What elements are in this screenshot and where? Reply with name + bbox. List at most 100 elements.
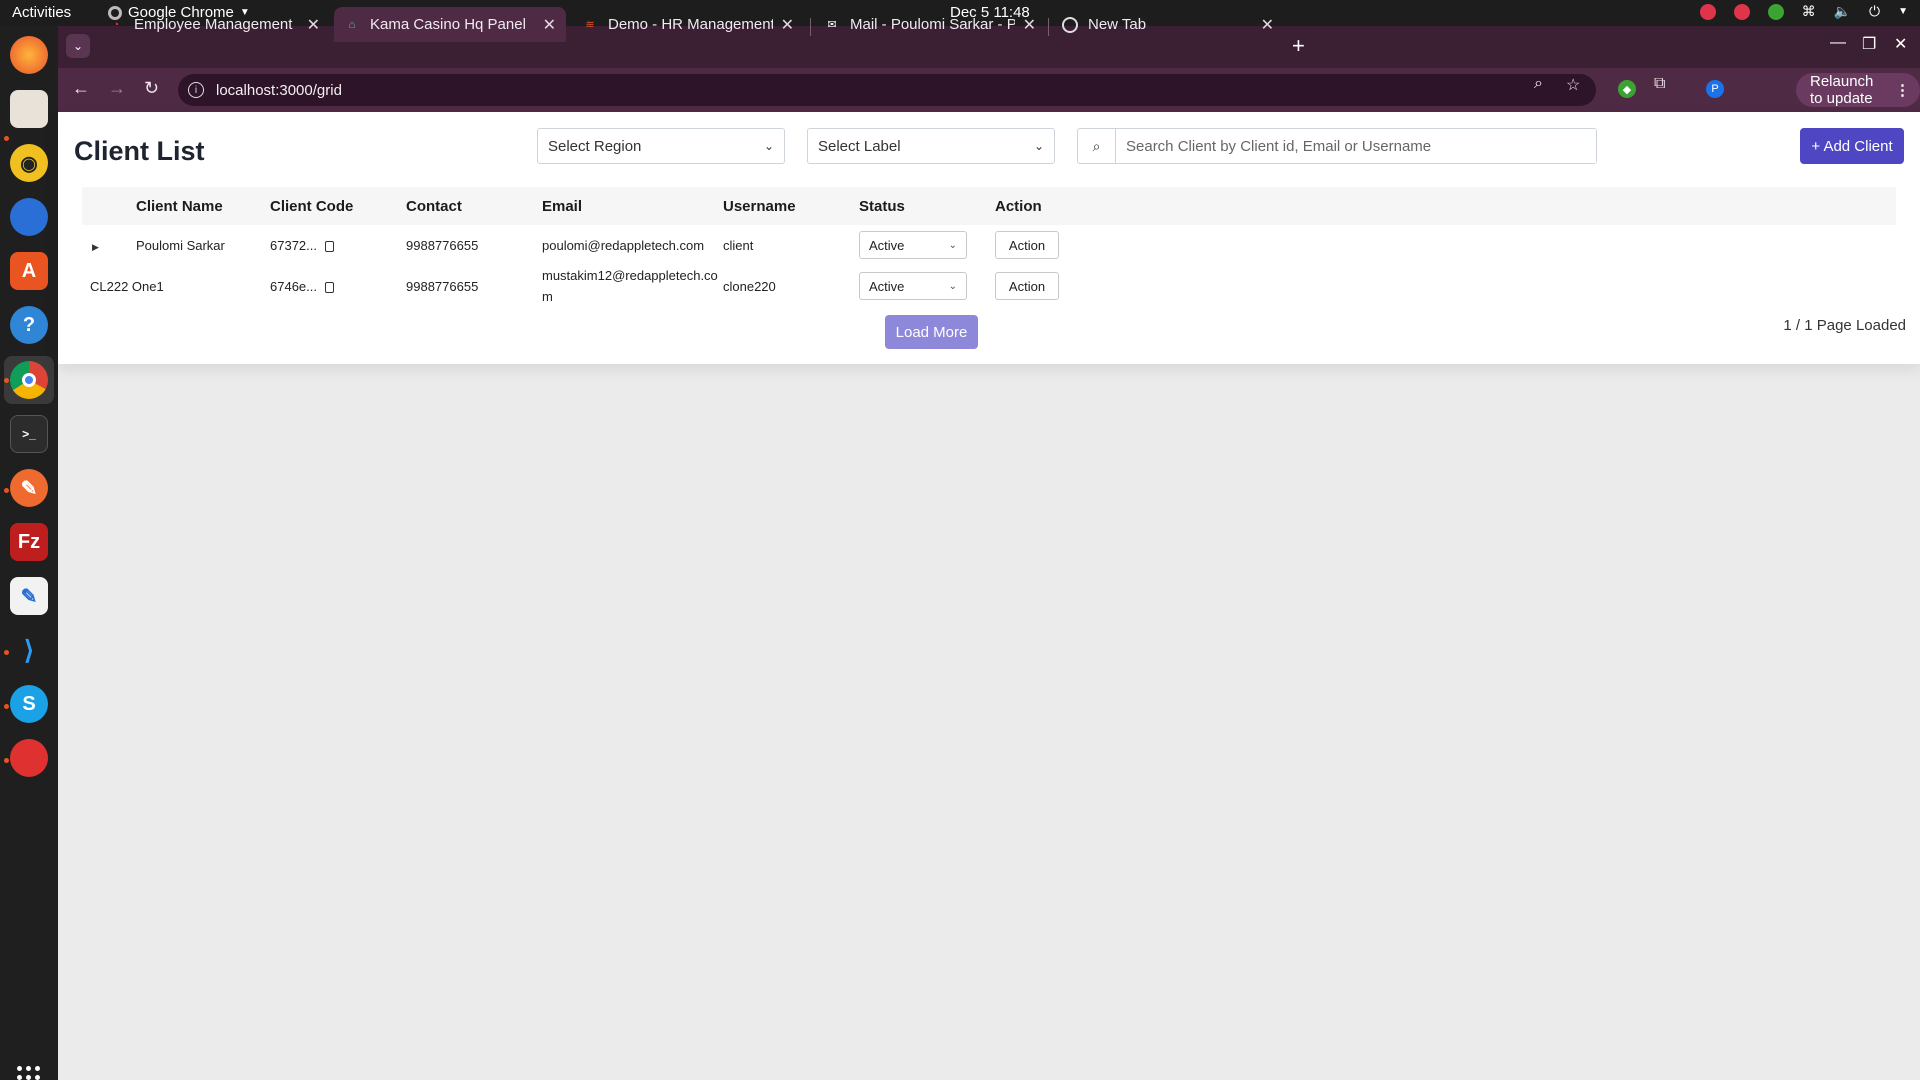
status-cell: Active ⌄ bbox=[859, 225, 995, 265]
client-code-cell: 67372... bbox=[270, 225, 406, 265]
dock: ◉ A ? >_ ✎ Fz ✎ ⟩ S bbox=[0, 26, 58, 1080]
expand-row-icon[interactable]: ▶ bbox=[92, 242, 99, 252]
app-indicator-icon[interactable] bbox=[1733, 3, 1750, 20]
status-select[interactable]: Active ⌄ bbox=[859, 272, 967, 300]
network-icon[interactable]: ⌘ bbox=[1802, 3, 1816, 20]
close-icon[interactable]: ✕ bbox=[543, 15, 556, 35]
tab-mail[interactable]: ✉ Mail - Poulomi Sarkar - P ✕ bbox=[814, 7, 1046, 42]
search-input[interactable] bbox=[1116, 129, 1596, 163]
star-icon[interactable]: ☆ bbox=[1566, 75, 1580, 95]
back-arrow-icon[interactable]: ← bbox=[72, 78, 90, 99]
status-select[interactable]: Active ⌄ bbox=[859, 231, 967, 259]
table-row: CL222 One1 6746e... 9988776655 mustakim1… bbox=[82, 265, 1896, 307]
column-header-client-name[interactable]: Client Name bbox=[136, 187, 270, 225]
chevron-down-icon: ⌄ bbox=[948, 239, 957, 251]
client-list-card: Client List Select Region ⌄ Select Label… bbox=[58, 112, 1920, 364]
volume-icon[interactable]: 🔈 bbox=[1834, 3, 1851, 20]
show-apps-icon[interactable] bbox=[17, 1066, 40, 1080]
software-center-icon[interactable]: A bbox=[10, 252, 48, 290]
more-options-icon[interactable]: ⋮ bbox=[1895, 81, 1910, 99]
address-bar[interactable]: i localhost:3000/grid bbox=[178, 74, 1596, 106]
tab-title: Demo - HR Management bbox=[608, 16, 773, 33]
tab-employee-management[interactable]: ◔ Employee Management ✕ bbox=[98, 7, 330, 42]
tab-title: New Tab bbox=[1088, 16, 1147, 33]
tomato-app-icon[interactable] bbox=[10, 739, 48, 777]
tab-title: Kama Casino Hq Panel bbox=[370, 16, 526, 33]
new-tab-button[interactable]: + bbox=[1292, 33, 1305, 59]
client-code-text: 6746e... bbox=[270, 278, 317, 294]
running-indicator bbox=[4, 704, 9, 709]
power-icon[interactable]: ⏻ bbox=[1869, 3, 1880, 20]
contact-cell: 9988776655 bbox=[406, 237, 479, 253]
skype-icon[interactable]: S bbox=[10, 685, 48, 723]
column-header-contact[interactable]: Contact bbox=[406, 187, 542, 225]
close-window-button[interactable]: ✕ bbox=[1894, 34, 1907, 54]
region-select[interactable]: Select Region ⌄ bbox=[537, 128, 785, 164]
status-value: Active bbox=[869, 278, 905, 294]
close-icon[interactable]: ✕ bbox=[1261, 15, 1274, 35]
text-editor-icon[interactable]: ✎ bbox=[10, 577, 48, 615]
client-code-cell: 6746e... bbox=[270, 265, 406, 307]
app-favicon-icon: ⌂ bbox=[348, 18, 356, 31]
chrome-icon bbox=[1062, 16, 1078, 33]
minimize-button[interactable]: — bbox=[1830, 34, 1846, 52]
column-header-status[interactable]: Status bbox=[859, 187, 995, 225]
column-header-username[interactable]: Username bbox=[723, 187, 859, 225]
forward-arrow-icon[interactable]: → bbox=[108, 78, 126, 99]
thunderbird-icon[interactable] bbox=[10, 198, 48, 236]
close-icon[interactable]: ✕ bbox=[307, 15, 320, 35]
profile-avatar[interactable]: P bbox=[1706, 80, 1724, 98]
filezilla-icon[interactable]: Fz bbox=[10, 523, 48, 561]
chevron-down-icon: ⌄ bbox=[948, 280, 957, 292]
tab-separator bbox=[1048, 18, 1049, 36]
load-more-button[interactable]: Load More bbox=[885, 315, 978, 349]
zoom-icon[interactable]: ⌕ bbox=[1534, 75, 1543, 93]
column-header-action: Action bbox=[995, 197, 1042, 215]
extensions-puzzle-icon[interactable]: ⧉ bbox=[1654, 75, 1665, 93]
action-button[interactable]: Action bbox=[995, 272, 1059, 300]
maximize-button[interactable]: ❐ bbox=[1862, 34, 1876, 54]
tab-search-button[interactable]: ⌄ bbox=[66, 34, 90, 58]
column-header-client-code[interactable]: Client Code bbox=[270, 187, 406, 225]
status-check-icon[interactable] bbox=[1767, 3, 1784, 20]
copy-icon[interactable] bbox=[325, 240, 334, 252]
firefox-icon[interactable] bbox=[10, 36, 48, 74]
chevron-down-icon[interactable]: ▼ bbox=[1898, 6, 1908, 17]
help-icon[interactable]: ? bbox=[10, 306, 48, 344]
add-client-button[interactable]: + Add Client bbox=[1800, 128, 1904, 164]
terminal-icon[interactable]: >_ bbox=[10, 415, 48, 453]
email-text: poulomi@redappletech.com bbox=[542, 237, 705, 253]
chrome-icon[interactable] bbox=[10, 361, 48, 399]
page-title: Client List bbox=[74, 136, 205, 166]
search-icon[interactable]: ⌕ bbox=[1078, 129, 1116, 163]
table-row: ▶ Poulomi Sarkar 67372... 9988776655 pou… bbox=[82, 225, 1896, 265]
label-select[interactable]: Select Label ⌄ bbox=[807, 128, 1055, 164]
tab-new-tab[interactable]: New Tab ✕ bbox=[1052, 7, 1284, 42]
files-icon[interactable] bbox=[10, 90, 48, 128]
page-loaded-status: 1 / 1 Page Loaded bbox=[1783, 317, 1906, 334]
relaunch-button[interactable]: Relaunch to update ⋮ bbox=[1796, 73, 1920, 107]
close-icon[interactable]: ✕ bbox=[1023, 15, 1036, 35]
do-not-disturb-icon[interactable] bbox=[1699, 3, 1716, 20]
postman-icon[interactable]: ✎ bbox=[10, 469, 48, 507]
close-icon[interactable]: ✕ bbox=[781, 15, 794, 35]
system-tray[interactable]: ⌘ 🔈 ⏻ ▼ bbox=[1699, 3, 1908, 20]
rhythmbox-icon[interactable]: ◉ bbox=[10, 144, 48, 182]
tab-hr-management[interactable]: ≋ Demo - HR Management ✕ bbox=[572, 7, 804, 42]
vscode-icon[interactable]: ⟩ bbox=[10, 631, 48, 669]
status-cell: Active ⌄ bbox=[859, 265, 995, 307]
tab-kama-casino[interactable]: ⌂ Kama Casino Hq Panel ✕ bbox=[334, 7, 566, 42]
copy-icon[interactable] bbox=[325, 281, 334, 293]
activities-button[interactable]: Activities bbox=[12, 4, 71, 21]
chevron-down-icon: ⌄ bbox=[763, 139, 774, 153]
extension-icon[interactable]: ◆ bbox=[1618, 80, 1636, 98]
tab-separator bbox=[810, 18, 811, 36]
relaunch-label: Relaunch to update bbox=[1810, 73, 1874, 107]
action-button[interactable]: Action bbox=[995, 231, 1059, 259]
tab-title: Employee Management bbox=[134, 16, 293, 33]
url-text[interactable]: localhost:3000/grid bbox=[216, 82, 342, 99]
reload-icon[interactable]: ↻ bbox=[144, 78, 159, 99]
client-table: Client Name Client Code Contact Email Us… bbox=[82, 187, 1896, 307]
column-header-email[interactable]: Email bbox=[542, 187, 723, 225]
site-info-icon[interactable]: i bbox=[188, 82, 204, 98]
